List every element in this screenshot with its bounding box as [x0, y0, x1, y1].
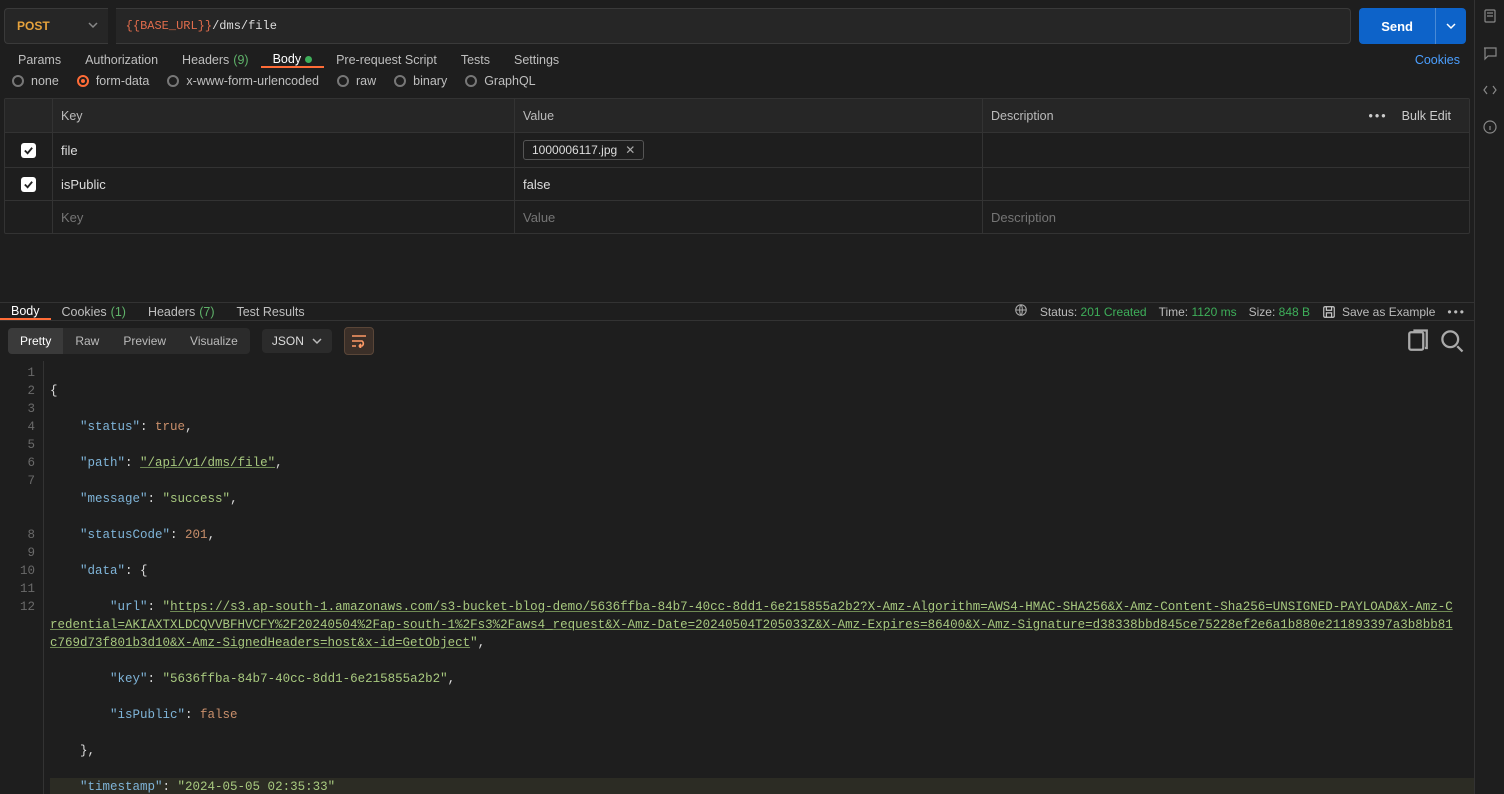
globe-icon[interactable]: [1014, 303, 1028, 320]
time-label: Time: 1120 ms: [1159, 305, 1237, 319]
search-icon[interactable]: [1438, 327, 1466, 355]
col-description: Description: [991, 109, 1054, 123]
url-path: /dms/file: [212, 19, 277, 33]
description-input[interactable]: [991, 143, 1461, 158]
col-key: Key: [53, 99, 515, 132]
cookies-link[interactable]: Cookies: [1415, 53, 1468, 67]
body-type-binary[interactable]: binary: [394, 74, 447, 88]
http-method-label: POST: [17, 19, 50, 33]
radio-icon: [465, 75, 477, 87]
row-checkbox[interactable]: [21, 143, 36, 158]
view-preview[interactable]: Preview: [111, 328, 178, 354]
format-select[interactable]: JSON: [262, 329, 332, 353]
tab-params[interactable]: Params: [6, 52, 73, 68]
radio-icon: [12, 75, 24, 87]
status-label: Status: 201 Created: [1040, 305, 1147, 319]
table-row-empty: [5, 200, 1469, 233]
response-tab-cookies[interactable]: Cookies (1): [51, 303, 137, 320]
info-icon[interactable]: [1482, 119, 1498, 138]
tab-authorization[interactable]: Authorization: [73, 52, 170, 68]
send-dropdown[interactable]: [1435, 8, 1466, 44]
key-input[interactable]: [61, 177, 506, 192]
close-icon[interactable]: ✕: [625, 143, 635, 157]
copy-icon[interactable]: [1404, 327, 1432, 355]
wrap-lines-button[interactable]: [344, 327, 374, 355]
body-type-raw[interactable]: raw: [337, 74, 376, 88]
send-button[interactable]: Send: [1359, 8, 1466, 44]
table-row: 1000006117.jpg ✕: [5, 132, 1469, 167]
right-rail: [1474, 0, 1504, 794]
file-chip[interactable]: 1000006117.jpg ✕: [523, 140, 644, 160]
body-type-form-data[interactable]: form-data: [77, 74, 150, 88]
send-label: Send: [1359, 19, 1435, 34]
response-body[interactable]: 1 2 3 4 5 6 7 8 9 10 11 12 { "status": t…: [0, 361, 1474, 794]
http-method-select[interactable]: POST: [4, 8, 108, 44]
tab-tests[interactable]: Tests: [449, 52, 502, 68]
more-icon[interactable]: •••: [1447, 305, 1466, 319]
col-value: Value: [515, 99, 983, 132]
value-input[interactable]: [523, 210, 974, 225]
description-input[interactable]: [991, 210, 1461, 225]
key-input[interactable]: [61, 143, 506, 158]
body-type-none[interactable]: none: [12, 74, 59, 88]
line-gutter: 1 2 3 4 5 6 7 8 9 10 11 12: [0, 361, 44, 794]
tab-headers[interactable]: Headers (9): [170, 52, 261, 68]
view-pretty[interactable]: Pretty: [8, 328, 63, 354]
response-tab-headers[interactable]: Headers (7): [137, 303, 226, 320]
request-url-input[interactable]: {{BASE_URL}}/dms/file: [116, 8, 1352, 44]
radio-icon: [77, 75, 89, 87]
unsaved-dot-icon: [305, 56, 312, 63]
radio-icon: [337, 75, 349, 87]
body-type-graphql[interactable]: GraphQL: [465, 74, 535, 88]
tab-body[interactable]: Body: [261, 52, 325, 68]
radio-icon: [167, 75, 179, 87]
more-icon[interactable]: •••: [1369, 109, 1388, 123]
table-row: [5, 167, 1469, 200]
tab-pre-request-script[interactable]: Pre-request Script: [324, 52, 449, 68]
docs-icon[interactable]: [1482, 8, 1498, 27]
url-variable: {{BASE_URL}}: [126, 19, 212, 33]
chevron-down-icon: [88, 19, 98, 33]
description-input[interactable]: [991, 177, 1461, 192]
comment-icon[interactable]: [1482, 45, 1498, 64]
save-as-example-button[interactable]: Save as Example: [1322, 305, 1435, 319]
tab-settings[interactable]: Settings: [502, 52, 571, 68]
code-icon[interactable]: [1482, 82, 1498, 101]
file-chip-name: 1000006117.jpg: [532, 143, 617, 157]
bulk-edit-button[interactable]: Bulk Edit: [1402, 109, 1451, 123]
response-tab-body[interactable]: Body: [0, 303, 51, 320]
response-tab-test-results[interactable]: Test Results: [225, 303, 315, 320]
form-data-table: Key Value Description ••• Bulk Edit 1000…: [4, 98, 1470, 234]
row-checkbox[interactable]: [21, 177, 36, 192]
key-input[interactable]: [61, 210, 506, 225]
radio-icon: [394, 75, 406, 87]
view-raw[interactable]: Raw: [63, 328, 111, 354]
size-label: Size: 848 B: [1249, 305, 1310, 319]
body-type-x-www-form-urlencoded[interactable]: x-www-form-urlencoded: [167, 74, 319, 88]
view-visualize[interactable]: Visualize: [178, 328, 250, 354]
value-input[interactable]: [523, 177, 974, 192]
